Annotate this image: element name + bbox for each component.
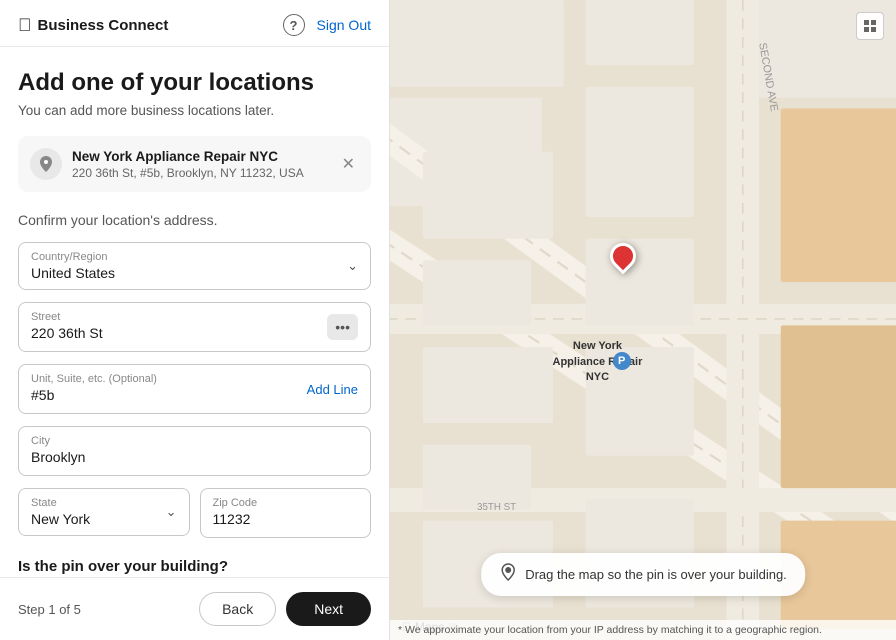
drag-tooltip: Drag the map so the pin is over your bui… (481, 553, 805, 596)
unit-label: Unit, Suite, etc. (Optional) (31, 373, 307, 385)
form-scroll-area: Add one of your locations You can add mo… (0, 47, 389, 577)
country-label: Country/Region (31, 251, 115, 263)
drag-tooltip-text: Drag the map so the pin is over your bui… (525, 567, 787, 582)
state-value: New York (31, 511, 90, 527)
state-field-group: State New York ⌄ (18, 488, 190, 538)
location-card-icon (30, 148, 62, 180)
city-field-group: City (18, 426, 371, 476)
next-button[interactable]: Next (286, 592, 371, 626)
location-card-close-button[interactable]: ✕ (338, 150, 359, 178)
country-value: United States (31, 265, 115, 281)
country-dropdown[interactable]: Country/Region United States ⌄ (18, 242, 371, 290)
brand-logo:  Business Connect (18, 15, 168, 36)
sign-out-button[interactable]: Sign Out (317, 17, 371, 33)
street-field-group: Street ••• (18, 302, 371, 352)
footer: Step 1 of 5 Back Next (0, 577, 389, 640)
zip-label: Zip Code (213, 497, 359, 509)
brand-name: Business Connect (38, 17, 169, 34)
page-title: Add one of your locations (18, 69, 371, 97)
pin-title: Is the pin over your building? (18, 558, 371, 575)
apple-logo-icon:  (18, 15, 32, 36)
pin-section: Is the pin over your building? Drag the … (18, 558, 371, 577)
footer-buttons: Back Next (199, 592, 371, 626)
city-field: City (18, 426, 371, 476)
city-input[interactable] (31, 449, 358, 465)
zip-input[interactable] (213, 511, 359, 527)
add-line-button[interactable]: Add Line (307, 382, 358, 397)
chevron-down-icon: ⌄ (347, 258, 358, 274)
street-field: Street ••• (18, 302, 371, 352)
unit-input[interactable] (31, 387, 171, 403)
back-button[interactable]: Back (199, 592, 276, 626)
city-label: City (31, 435, 358, 447)
pin-head (604, 237, 641, 274)
location-name: New York Appliance Repair NYC (72, 149, 328, 164)
approx-note: * We approximate your location from your… (390, 620, 896, 640)
state-zip-row: State New York ⌄ Zip Code (18, 488, 371, 538)
help-icon[interactable]: ? (283, 14, 305, 36)
street-input[interactable] (31, 325, 211, 341)
map-layers-button[interactable] (856, 12, 884, 40)
location-info: New York Appliance Repair NYC 220 36th S… (72, 149, 328, 180)
location-pin-icon (499, 563, 517, 586)
country-field-group: Country/Region United States ⌄ (18, 242, 371, 290)
map-panel[interactable]: SECOND AVE 35TH ST New Y (390, 0, 896, 640)
step-label: Step 1 of 5 (18, 602, 81, 617)
street-label: Street (31, 311, 211, 323)
street-more-button[interactable]: ••• (327, 314, 358, 340)
map-controls (856, 12, 884, 40)
location-card: New York Appliance Repair NYC 220 36th S… (18, 136, 371, 192)
map-svg: SECOND AVE 35TH ST (390, 0, 896, 640)
map-container[interactable]: SECOND AVE 35TH ST New Y (390, 0, 896, 640)
state-dropdown[interactable]: State New York ⌄ (18, 488, 190, 536)
header-actions: ? Sign Out (283, 14, 371, 36)
zip-field: Zip Code (200, 488, 372, 538)
zip-field-group: Zip Code (200, 488, 372, 538)
header:  Business Connect ? Sign Out (0, 0, 389, 47)
page-subtitle: You can add more business locations late… (18, 103, 371, 118)
location-address: 220 36th St, #5b, Brooklyn, NY 11232, US… (72, 166, 328, 180)
parking-sign: P (613, 352, 631, 370)
map-pin (610, 243, 636, 269)
confirm-address-label: Confirm your location's address. (18, 212, 371, 228)
state-chevron-down-icon: ⌄ (166, 504, 177, 520)
svg-text:35TH ST: 35TH ST (477, 502, 516, 513)
unit-field: Unit, Suite, etc. (Optional) Add Line (18, 364, 371, 414)
unit-field-group: Unit, Suite, etc. (Optional) Add Line (18, 364, 371, 414)
state-label: State (31, 497, 90, 509)
